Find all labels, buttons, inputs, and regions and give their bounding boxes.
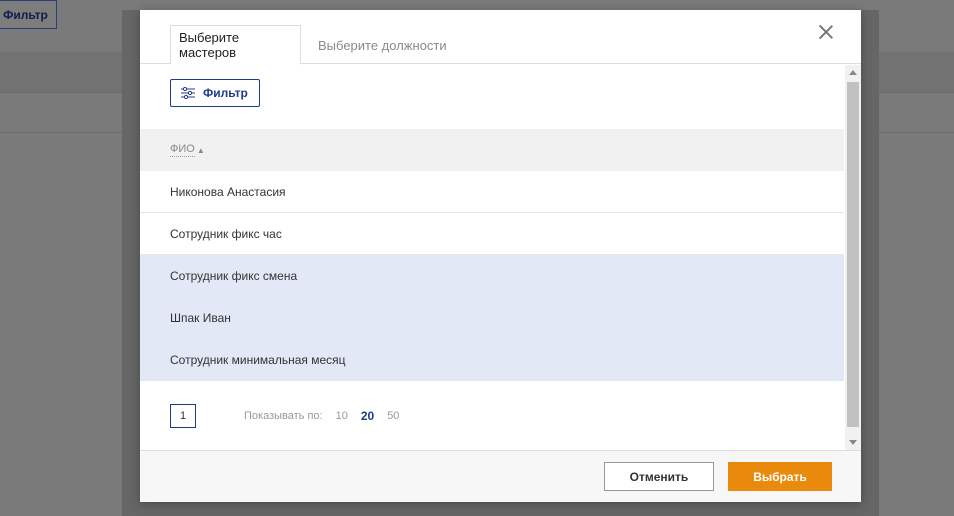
filter-sliders-icon — [181, 87, 195, 99]
sort-ascending-icon[interactable]: ▲ — [197, 146, 205, 155]
vertical-scrollbar[interactable] — [845, 65, 861, 450]
pagination: 1 Показывать по: 10 20 50 — [170, 404, 399, 428]
page-size-option-active[interactable]: 20 — [361, 409, 374, 423]
dialog-footer: Отменить Выбрать — [140, 450, 861, 502]
table-header: ФИО ▲ — [140, 129, 844, 171]
column-header-fio[interactable]: ФИО — [170, 143, 195, 157]
filter-button[interactable]: Фильтр — [170, 79, 260, 107]
close-icon[interactable] — [816, 22, 836, 42]
filter-button-label: Фильтр — [203, 86, 248, 100]
page-button[interactable]: 1 — [170, 404, 196, 428]
background-filter-button: Фильтр — [0, 0, 57, 29]
select-masters-dialog: Выберите мастеров Выберите должности Фил… — [140, 10, 861, 502]
cancel-button[interactable]: Отменить — [604, 462, 714, 491]
table-row[interactable]: Сотрудник фикс час — [140, 213, 844, 255]
tab-select-positions[interactable]: Выберите должности — [310, 25, 460, 65]
page-size-option[interactable]: 50 — [387, 410, 399, 422]
scroll-down-arrow-icon[interactable] — [849, 440, 857, 445]
page-size-label: Показывать по: — [244, 410, 323, 422]
table-row[interactable]: Сотрудник минимальная месяц — [140, 339, 844, 381]
tab-select-masters[interactable]: Выберите мастеров — [170, 25, 301, 65]
table-row[interactable]: Никонова Анастасия — [140, 171, 844, 213]
page-size-option[interactable]: 10 — [336, 410, 348, 422]
scroll-up-arrow-icon[interactable] — [849, 70, 857, 75]
select-button[interactable]: Выбрать — [728, 462, 832, 491]
table-row[interactable]: Шпак Иван — [140, 297, 844, 339]
scroll-thumb[interactable] — [847, 82, 859, 427]
employees-table: ФИО ▲ Никонова Анастасия Сотрудник фикс … — [140, 129, 844, 381]
table-row[interactable]: Сотрудник фикс смена — [140, 255, 844, 297]
dialog-header: Выберите мастеров Выберите должности — [140, 10, 861, 65]
dialog-body: Фильтр ФИО ▲ Никонова Анастасия Сотрудни… — [140, 65, 861, 450]
